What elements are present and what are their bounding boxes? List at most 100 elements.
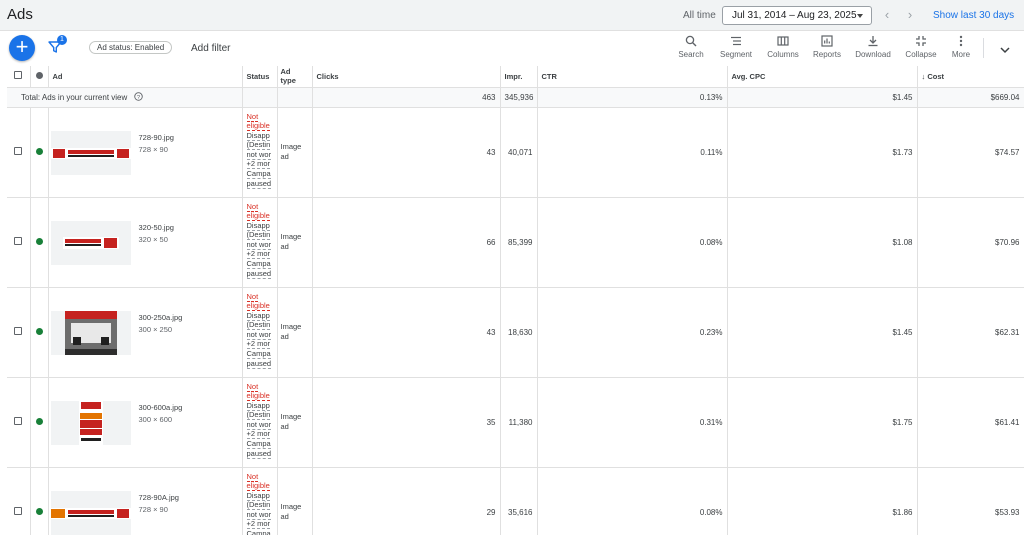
enabled-status-icon[interactable] xyxy=(35,147,43,155)
columns-button[interactable]: Columns xyxy=(765,35,801,59)
table-row[interactable]: 728-90.jpg 728 × 90 Not eligible Disapp (De… xyxy=(7,107,1024,198)
ad-dimensions: 728 × 90 xyxy=(138,144,168,154)
reports-button[interactable]: Reports xyxy=(810,35,844,59)
ad-thumbnail[interactable] xyxy=(50,130,131,175)
clicks-cell: 29 xyxy=(312,467,501,535)
cost-column-header[interactable]: ↓ Cost xyxy=(917,66,1024,88)
status-detail-text: paused xyxy=(246,178,272,189)
ad-file-name[interactable]: 320-50.jpg xyxy=(139,223,174,232)
status-detail-text: (Destin xyxy=(246,140,271,151)
ad-status-filter-chip[interactable]: Ad status: Enabled xyxy=(89,41,173,54)
cost-cell: $62.31 xyxy=(917,287,1024,378)
impr-cell: 18,630 xyxy=(500,287,538,378)
status-column-header[interactable]: Status xyxy=(242,66,278,88)
table-row[interactable]: 300-250a.jpg 300 × 250 Not eligible Disapp… xyxy=(7,287,1024,378)
select-all-checkbox[interactable] xyxy=(14,71,23,80)
total-clicks: 463 xyxy=(312,87,501,108)
status-detail-text: Campa xyxy=(246,169,271,180)
impr-column-header[interactable]: Impr. xyxy=(500,66,538,88)
status-cell[interactable]: Not eligible Disapp (Destin not wor +2 mor Cam… xyxy=(242,287,278,378)
collapse-button[interactable]: Collapse xyxy=(903,35,939,59)
show-last-30-days-link[interactable]: Show last 30 days xyxy=(933,10,1014,21)
row-checkbox[interactable] xyxy=(14,327,23,335)
enabled-status-icon[interactable] xyxy=(35,417,43,425)
total-cost: $669.04 xyxy=(917,87,1024,108)
status-cell[interactable]: Not eligible Disapp (Destin not wor +2 mor Cam… xyxy=(242,377,278,468)
add-filter-button[interactable]: Add filter xyxy=(191,43,230,54)
not-eligible-text: Not xyxy=(246,381,259,392)
status-detail-text: Disapp xyxy=(246,400,270,411)
row-status-cell xyxy=(30,197,49,288)
create-button[interactable]: + xyxy=(9,35,35,61)
table-row[interactable]: 300-600a.jpg 300 × 600 Not eligible Disapp… xyxy=(7,377,1024,468)
not-eligible-text: eligible xyxy=(246,121,270,132)
enabled-status-icon[interactable] xyxy=(35,507,43,515)
ctr-column-header[interactable]: CTR xyxy=(537,66,728,88)
ad-column-header[interactable]: Ad xyxy=(48,66,243,88)
total-label-cell: Total: Ads in your current view ? xyxy=(7,87,243,108)
adtype-column-header[interactable]: Ad type xyxy=(277,66,313,88)
ad-file-name[interactable]: 728-90.jpg xyxy=(139,133,174,142)
date-range-value: Jul 31, 2014 – Aug 23, 2025 xyxy=(732,10,857,21)
chevron-right-icon[interactable]: › xyxy=(903,8,917,22)
ad-dimensions: 320 × 50 xyxy=(138,234,168,244)
segment-icon xyxy=(731,36,741,46)
ad-thumbnail[interactable] xyxy=(50,490,131,535)
status-cell[interactable]: Not eligible Disapp (Destin not wor +2 mor Cam… xyxy=(242,467,278,535)
status-detail-text: Campa xyxy=(246,439,271,450)
not-eligible-text: Not xyxy=(246,201,259,212)
ad-file-name[interactable]: 300-250a.jpg xyxy=(139,313,183,322)
not-eligible-text: Not xyxy=(246,291,259,302)
row-checkbox[interactable] xyxy=(14,147,23,155)
collapse-icon xyxy=(916,36,926,46)
more-button[interactable]: More xyxy=(947,35,975,59)
date-range-picker[interactable]: Jul 31, 2014 – Aug 23, 2025 xyxy=(722,6,872,25)
enabled-status-icon[interactable] xyxy=(35,327,43,335)
ad-thumbnail[interactable] xyxy=(50,310,131,355)
row-checkbox[interactable] xyxy=(14,507,23,515)
row-checkbox[interactable] xyxy=(14,417,23,425)
search-button[interactable]: Search xyxy=(676,35,706,59)
collapse-label: Collapse xyxy=(905,50,937,59)
ad-file-name[interactable]: 300-600a.jpg xyxy=(139,403,183,412)
status-cell[interactable]: Not eligible Disapp (Destin not wor +2 mor Cam… xyxy=(242,107,278,198)
ctr-cell: 0.08% xyxy=(537,467,728,535)
segment-button[interactable]: Segment xyxy=(717,35,755,59)
status-detail-text: (Destin xyxy=(246,500,271,511)
ad-thumbnail[interactable] xyxy=(50,220,131,265)
status-detail-text: +2 mor xyxy=(246,249,271,260)
status-detail-text: +2 mor xyxy=(246,519,271,530)
status-dot-header xyxy=(30,66,49,88)
segment-label: Segment xyxy=(719,50,753,59)
avgcpc-cell: $1.75 xyxy=(727,377,918,468)
table-row[interactable]: 320-50.jpg 320 × 50 Not eligible Disapp (De… xyxy=(7,197,1024,288)
chevron-left-icon[interactable]: ‹ xyxy=(880,8,894,22)
download-button[interactable]: Download xyxy=(853,35,893,59)
table-row[interactable]: 728-90A.jpg 728 × 90 Not eligible Disapp (D… xyxy=(7,467,1024,535)
filter-count-badge: 1 xyxy=(57,35,67,45)
clicks-cell: 66 xyxy=(312,197,501,288)
row-checkbox-cell xyxy=(7,197,31,288)
help-icon[interactable]: ? xyxy=(133,92,143,101)
not-eligible-text: eligible xyxy=(246,211,270,222)
status-detail-text: (Destin xyxy=(246,320,271,331)
ad-file-name[interactable]: 728-90A.jpg xyxy=(139,493,179,502)
ctr-cell: 0.11% xyxy=(537,107,728,198)
row-checkbox[interactable] xyxy=(14,237,23,245)
cost-cell: $70.96 xyxy=(917,197,1024,288)
status-detail-text: +2 mor xyxy=(246,339,271,350)
total-impr: 345,936 xyxy=(500,87,538,108)
status-cell[interactable]: Not eligible Disapp (Destin not wor +2 mor Cam… xyxy=(242,197,278,288)
page-header: Ads All time Jul 31, 2014 – Aug 23, 2025… xyxy=(0,0,1024,31)
clicks-column-header[interactable]: Clicks xyxy=(312,66,501,88)
ads-table: Ad Status Ad type Clicks Impr. CTR Avg. C… xyxy=(7,66,1024,535)
ad-thumbnail[interactable] xyxy=(50,400,131,445)
cost-cell: $61.41 xyxy=(917,377,1024,468)
avgcpc-column-header[interactable]: Avg. CPC xyxy=(727,66,918,88)
status-detail-text: Disapp xyxy=(246,130,270,141)
chevron-down-icon[interactable] xyxy=(998,43,1012,57)
enabled-status-icon[interactable] xyxy=(35,237,43,245)
ctr-cell: 0.08% xyxy=(537,197,728,288)
impr-cell: 40,071 xyxy=(500,107,538,198)
status-detail-text: Campa xyxy=(246,349,271,360)
